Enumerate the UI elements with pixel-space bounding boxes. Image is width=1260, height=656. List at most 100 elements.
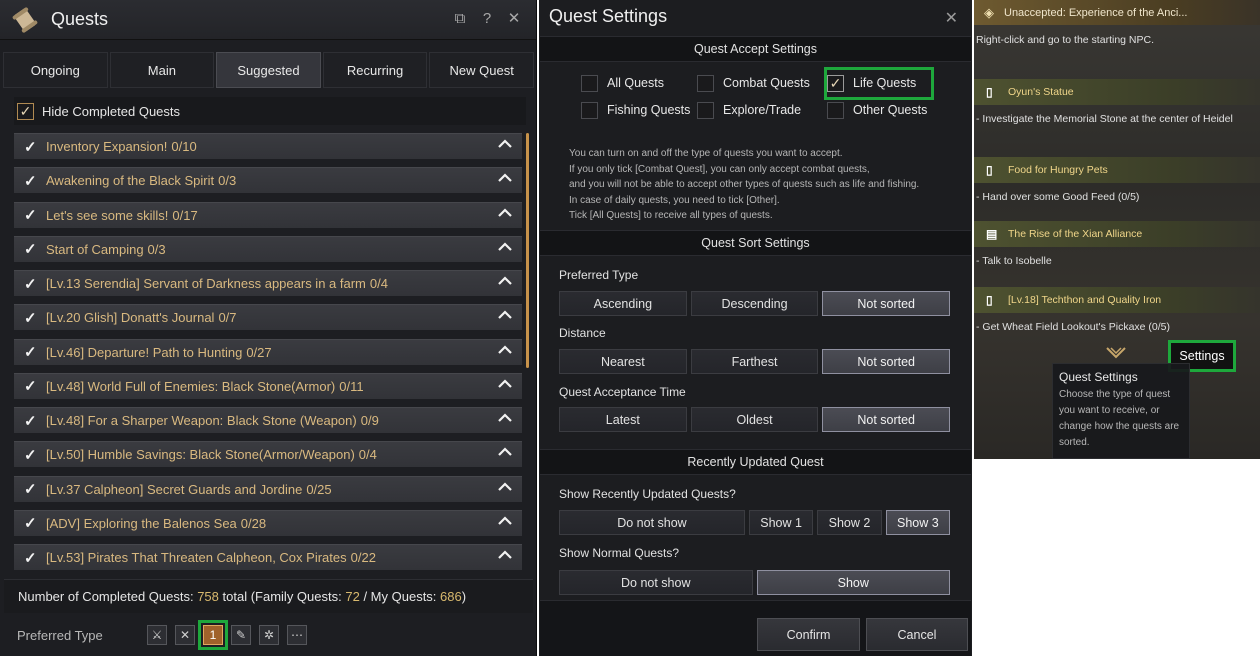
cross-icon[interactable]: ✕ <box>175 625 195 645</box>
recent-show-3-button[interactable]: Show 3 <box>885 510 951 535</box>
chevron-up-icon[interactable] <box>498 445 512 459</box>
quest-row[interactable]: ✓ [Lv.46] Departure! Path to Hunting 0/27 <box>14 338 522 365</box>
settings-close-icon[interactable]: ✕ <box>945 8 958 28</box>
distance-nearest-button[interactable]: Nearest <box>559 349 687 374</box>
check-icon: ✓ <box>24 309 37 327</box>
quest-entry-bar[interactable]: ▯ Oyun's Statue <box>974 79 1260 105</box>
check-icon: ✓ <box>24 446 37 464</box>
other-quests-checkbox[interactable] <box>827 101 844 119</box>
time-oldest-button[interactable]: Oldest <box>690 407 819 432</box>
quest-progress: 0/9 <box>360 413 379 428</box>
chevron-up-icon[interactable] <box>498 411 512 425</box>
preferred-not-sorted-button[interactable]: Not sorted <box>822 291 951 316</box>
show-normal-options: Do not show Show <box>559 570 950 595</box>
completed-family: 72 <box>345 589 360 604</box>
tab-recurring[interactable]: Recurring <box>322 52 428 88</box>
chevron-up-icon[interactable] <box>498 308 512 322</box>
quest-entry-bar[interactable]: ▤ The Rise of the Xian Alliance <box>974 221 1260 247</box>
unaccepted-quest-bar[interactable]: ◈ Unaccepted: Experience of the Anci... <box>974 0 1260 25</box>
recent-show-2-button[interactable]: Show 2 <box>817 510 882 535</box>
quest-row[interactable]: ✓ [Lv.20 Glish] Donatt's Journal 0/7 <box>14 304 522 331</box>
quest-row[interactable]: ✓ [Lv.53] Pirates That Threaten Calpheon,… <box>14 544 522 570</box>
quest-row[interactable]: ✓ Let's see some skills! 0/17 <box>14 201 522 228</box>
quest-title: Let's see some skills! <box>46 207 169 223</box>
check-icon: ✓ <box>24 378 37 396</box>
cancel-button[interactable]: Cancel <box>866 618 968 651</box>
note-line: and you will not be able to accept other… <box>569 179 920 190</box>
recent-show-1-button[interactable]: Show 1 <box>748 510 814 535</box>
confirm-button[interactable]: Confirm <box>757 618 860 651</box>
quest-row[interactable]: ✓ [Lv.37 Calpheon] Secret Guards and Jord… <box>14 475 522 502</box>
completed-total-label: total (Family Quests: <box>222 589 342 604</box>
quests-titlebar[interactable]: Quests ⧉ ? ✕ <box>0 0 536 40</box>
chevron-up-icon[interactable] <box>498 480 512 494</box>
close-icon[interactable]: ✕ <box>506 10 522 28</box>
distance-farthest-button[interactable]: Farthest <box>690 349 819 374</box>
check-icon: ✓ <box>24 275 37 293</box>
accept-option-fishing[interactable]: Fishing Quests <box>581 99 690 121</box>
tooltip-title: Quest Settings <box>1059 370 1138 384</box>
chevron-up-icon[interactable] <box>498 274 512 288</box>
quest-entry-bar[interactable]: ▯ Food for Hungry Pets <box>974 157 1260 183</box>
accept-option-combat[interactable]: Combat Quests <box>697 72 810 94</box>
normal-show-button[interactable]: Show <box>756 570 950 595</box>
tab-main[interactable]: Main <box>109 52 215 88</box>
chevron-down-icon[interactable] <box>1105 346 1127 360</box>
all-quests-checkbox[interactable] <box>581 74 598 92</box>
chevron-up-icon[interactable] <box>498 514 512 528</box>
normal-do-not-show-button[interactable]: Do not show <box>559 570 753 595</box>
preferred-descending-button[interactable]: Descending <box>690 291 819 316</box>
starting-npc-hint: Right-click and go to the starting NPC. <box>976 34 1154 46</box>
time-not-sorted-button[interactable]: Not sorted <box>822 407 951 432</box>
show-recent-options: Do not show Show 1 Show 2 Show 3 <box>559 510 951 535</box>
combat-quests-checkbox[interactable] <box>697 74 714 92</box>
explore-trade-checkbox[interactable] <box>697 101 714 119</box>
quest-progress: 0/28 <box>240 515 267 531</box>
quest-progress: 0/27 <box>246 344 272 360</box>
recent-do-not-show-button[interactable]: Do not show <box>559 510 745 535</box>
quest-row[interactable]: ✓ Awakening of the Black Spirit 0/3 <box>14 167 522 194</box>
quest-row[interactable]: ✓ [Lv.50] Humble Savings: Black Stone(Arm… <box>14 441 522 468</box>
tab-ongoing[interactable]: Ongoing <box>3 52 108 88</box>
quest-row[interactable]: ✓ Start of Camping 0/3 <box>14 235 522 262</box>
accept-option-other[interactable]: Other Quests <box>827 99 927 121</box>
fishing-icon[interactable]: ✎ <box>231 625 251 645</box>
hide-completed-row[interactable]: ✓ Hide Completed Quests <box>14 97 526 125</box>
quest-title: [Lv.50] Humble Savings: Black Stone(Armo… <box>46 447 355 463</box>
explore-trade-label: Explore/Trade <box>723 103 802 117</box>
quest-row[interactable]: ✓ [Lv.48] For a Sharper Weapon: Black Sto… <box>14 407 522 433</box>
time-latest-button[interactable]: Latest <box>559 407 687 432</box>
accept-option-explore[interactable]: Explore/Trade <box>697 99 801 121</box>
combat-icon[interactable]: ⚔ <box>147 625 167 645</box>
quest-row[interactable]: ✓ Inventory Expansion! 0/10 <box>14 133 522 159</box>
fishing-quests-checkbox[interactable] <box>581 101 598 119</box>
check-icon: ✓ <box>24 344 37 361</box>
quest-progress: 0/3 <box>218 173 237 189</box>
completed-total: 758 <box>197 589 219 604</box>
distance-not-sorted-button[interactable]: Not sorted <box>822 349 951 374</box>
tab-suggested[interactable]: Suggested <box>216 52 321 88</box>
chevron-up-icon[interactable] <box>498 343 512 357</box>
tab-new-quest[interactable]: New Quest <box>429 52 534 88</box>
chevron-up-icon[interactable] <box>498 240 512 254</box>
chevron-up-icon[interactable] <box>498 137 512 151</box>
quest-row[interactable]: ✓ [ADV] Exploring the Balenos Sea 0/28 <box>14 509 522 536</box>
quest-row[interactable]: ✓ [Lv.13 Serendia] Servant of Darkness ap… <box>14 270 522 296</box>
quest-row[interactable]: ✓ [Lv.48] World Full of Enemies: Black St… <box>14 372 522 399</box>
quest-list-scrollbar[interactable] <box>526 133 529 368</box>
accept-option-all[interactable]: All Quests <box>581 72 664 94</box>
help-icon[interactable]: ? <box>479 10 495 28</box>
chevron-up-icon[interactable] <box>498 377 512 391</box>
chevron-up-icon[interactable] <box>498 548 512 562</box>
chevron-up-icon[interactable] <box>498 171 512 185</box>
distance-label: Distance <box>559 326 606 340</box>
preferred-ascending-button[interactable]: Ascending <box>559 291 687 316</box>
chevron-up-icon[interactable] <box>498 206 512 220</box>
more-icon[interactable]: ⋯ <box>287 625 307 645</box>
hide-completed-checkbox[interactable]: ✓ <box>17 102 34 120</box>
quest-settings-window: Quest Settings ✕ Quest Accept Settings A… <box>539 0 972 656</box>
quest-entry-bar[interactable]: ▯ [Lv.18] Techthon and Quality Iron <box>974 287 1260 313</box>
popout-icon[interactable]: ⧉ <box>452 10 468 28</box>
trade-icon[interactable]: ✲ <box>259 625 279 645</box>
life-icon[interactable]: 1 <box>198 620 228 650</box>
